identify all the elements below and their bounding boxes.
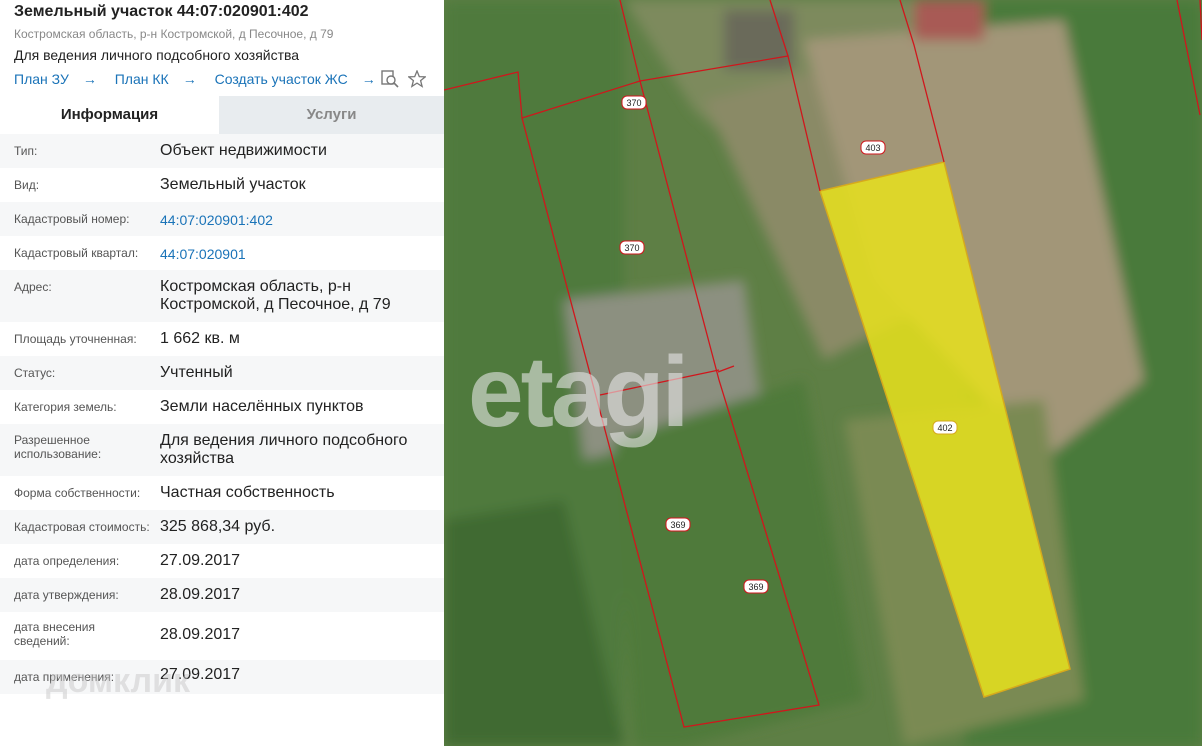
row-value: 28.09.2017 (160, 626, 241, 643)
row-key: Статус: (14, 366, 56, 380)
row-value: Объект недвижимости (160, 142, 327, 159)
row-key: дата утверждения: (14, 588, 119, 602)
row-value: Костромская область, р-н Костромской, д … (160, 278, 391, 313)
row-key: Кадастровая стоимость: (14, 520, 150, 534)
cadastral-number-link[interactable]: 44:07:020901:402 (160, 211, 430, 229)
row-value: Частная собственность (160, 484, 335, 501)
row-key: Адрес: (14, 280, 52, 294)
parcel-usage: Для ведения личного подсобного хозяйства (14, 47, 300, 63)
row-key: Площадь уточненная: (14, 332, 137, 346)
action-links: План ЗУ → План КК → Создать участок ЖС → (14, 71, 390, 87)
row-value: Учтенный (160, 364, 233, 381)
table-row: Тип: Объект недвижимости (0, 134, 444, 168)
domclick-watermark: домклик (46, 662, 191, 700)
arrow-right-icon: → (82, 71, 97, 87)
plan-kk-label: План КК (114, 71, 169, 87)
row-key: Категория земель: (14, 400, 117, 414)
etagi-watermark: etagi (468, 336, 689, 448)
table-row: дата определения: 27.09.2017 (0, 544, 444, 578)
parcel-label: 369 (670, 520, 685, 530)
table-row: Разрешенное использование: Для ведения л… (0, 424, 444, 476)
row-key: Кадастровый квартал: (14, 246, 139, 260)
row-value: 325 868,34 руб. (160, 518, 276, 535)
table-row: Форма собственности: Частная собственнос… (0, 476, 444, 510)
parcel-label: 369 (748, 582, 763, 592)
table-row: дата утверждения: 28.09.2017 (0, 578, 444, 612)
row-value: 1 662 кв. м (160, 330, 240, 347)
table-row: дата внесения сведений: 28.09.2017 (0, 612, 444, 660)
arrow-right-icon: → (361, 71, 376, 87)
parcel-label: 370 (626, 98, 641, 108)
row-key: Кадастровый номер: (14, 212, 130, 226)
table-row: Вид: Земельный участок (0, 168, 444, 202)
row-value: 27.09.2017 (160, 666, 241, 683)
row-key: Тип: (14, 144, 38, 158)
table-row: Категория земель: Земли населённых пункт… (0, 390, 444, 424)
tab-bar: Информация Услуги (0, 96, 444, 134)
search-on-map-icon[interactable] (381, 70, 399, 88)
plan-zu-label: План ЗУ (14, 71, 69, 87)
row-key: Форма собственности: (14, 486, 141, 500)
row-value: Для ведения личного подсобного хозяйства (160, 432, 408, 467)
arrow-right-icon: → (182, 71, 197, 87)
row-key: Разрешенное использование: (14, 433, 102, 461)
tab-services[interactable]: Услуги (219, 96, 444, 134)
star-icon[interactable] (408, 70, 426, 88)
page-title: Земельный участок 44:07:020901:402 (14, 3, 309, 20)
parcel-label: 403 (865, 143, 880, 153)
row-key: дата внесения сведений: (14, 620, 95, 648)
table-row: Кадастровый квартал: 44:07:020901 (0, 236, 444, 270)
create-parcel-link[interactable]: Создать участок ЖС → (215, 71, 376, 87)
table-row: Статус: Учтенный (0, 356, 444, 390)
create-parcel-label: Создать участок ЖС (214, 71, 348, 87)
table-row: Кадастровая стоимость: 325 868,34 руб. (0, 510, 444, 544)
row-value: Земельный участок (160, 176, 306, 193)
table-row: Адрес: Костромская область, р-н Костромс… (0, 270, 444, 322)
table-row: Кадастровый номер: 44:07:020901:402 (0, 202, 444, 236)
tab-information[interactable]: Информация (0, 96, 219, 134)
table-row: Площадь уточненная: 1 662 кв. м (0, 322, 444, 356)
properties-table: Тип: Объект недвижимости Вид: Земельный … (0, 134, 444, 694)
cadastral-quarter-link[interactable]: 44:07:020901 (160, 245, 430, 263)
plan-kk-link[interactable]: План КК → (115, 71, 197, 87)
row-value: 28.09.2017 (160, 586, 241, 603)
row-value: 27.09.2017 (160, 552, 241, 569)
row-key: дата определения: (14, 554, 120, 568)
parcel-label-selected: 402 (937, 423, 952, 433)
info-panel: Земельный участок 44:07:020901:402 Костр… (0, 0, 444, 746)
row-key: Вид: (14, 178, 40, 192)
parcel-label: 370 (624, 243, 639, 253)
plan-zu-link[interactable]: План ЗУ → (14, 71, 97, 87)
row-value: Земли населённых пунктов (160, 398, 364, 415)
parcel-address: Костромская область, р-н Костромской, д … (14, 27, 334, 41)
